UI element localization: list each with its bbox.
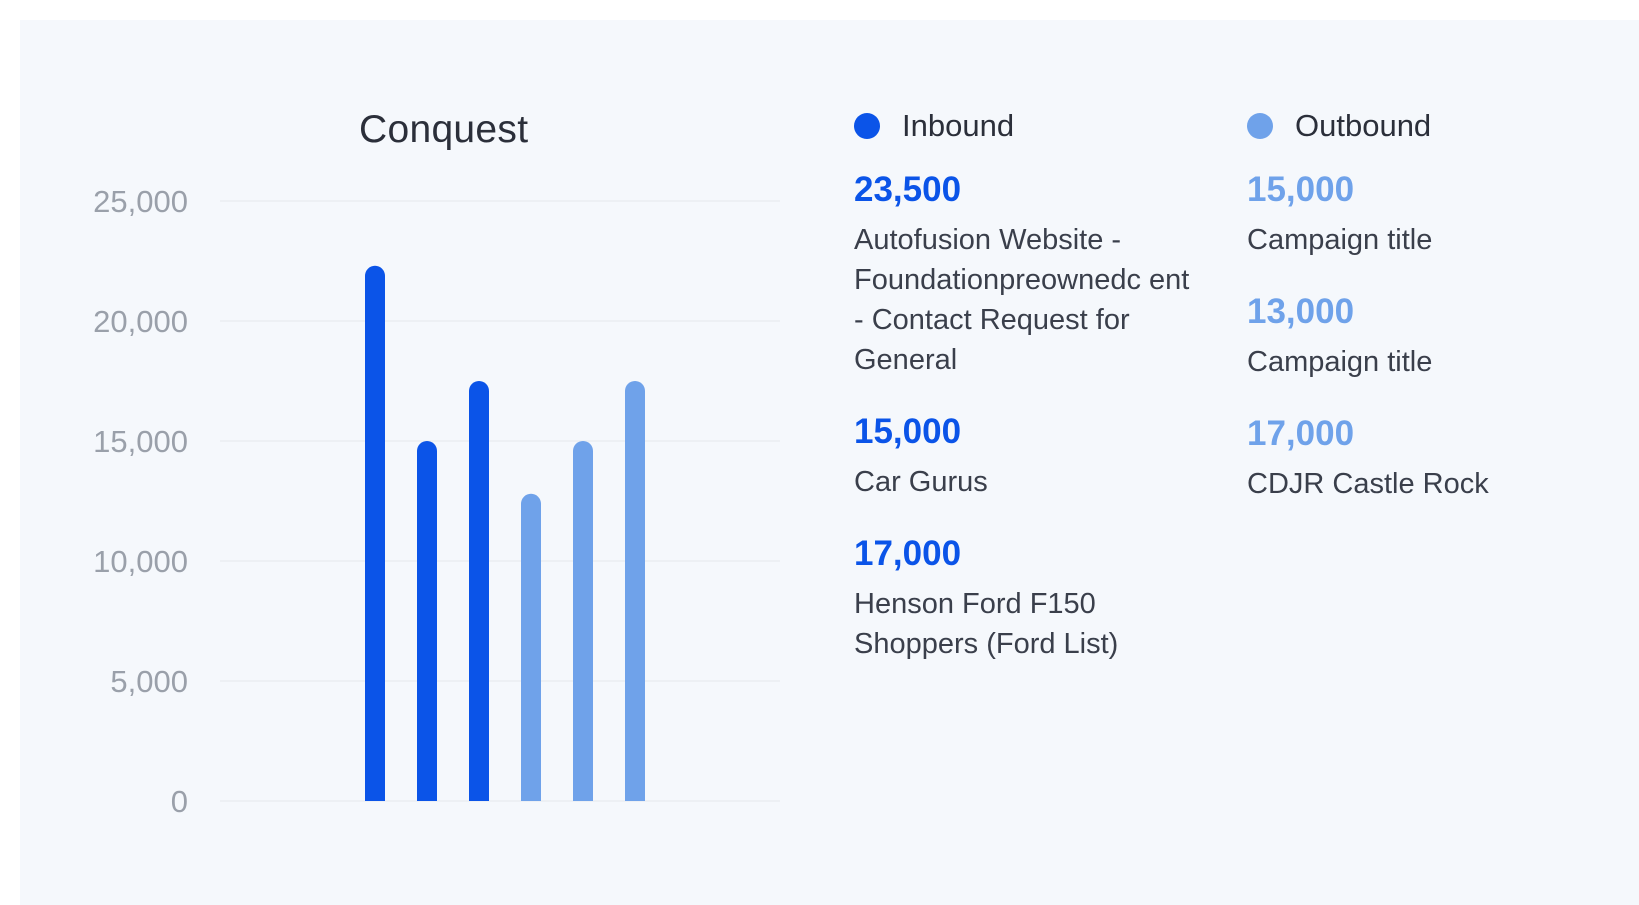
bar-inbound[interactable] — [417, 441, 437, 801]
legend-inbound: Inbound — [854, 108, 1014, 144]
bar-chart: 0 5,000 10,000 15,000 20,000 25,000 — [93, 184, 780, 819]
bar-base — [417, 791, 437, 801]
item-value: 17,000 — [1247, 414, 1355, 453]
y-tick-label: 20,000 — [93, 304, 188, 339]
bar-inbound[interactable] — [469, 381, 489, 801]
inbound-dot-icon — [854, 113, 880, 139]
item-value: 13,000 — [1247, 292, 1355, 331]
bar-base — [625, 791, 645, 801]
outbound-dot-icon — [1247, 113, 1273, 139]
list-item: 15,000 Car Gurus — [854, 410, 1204, 502]
y-tick-label: 15,000 — [93, 424, 188, 459]
item-title: CDJR Castle Rock — [1247, 468, 1489, 500]
bar-base — [365, 791, 385, 801]
bar-base — [469, 791, 489, 801]
item-value: 15,000 — [854, 412, 962, 451]
y-tick-label: 0 — [171, 784, 188, 819]
bar-base — [521, 791, 541, 801]
y-tick-label: 5,000 — [110, 664, 188, 699]
list-item: 17,000 Henson Ford F150 Shoppers (Ford L… — [854, 532, 1204, 664]
item-value: 17,000 — [854, 534, 962, 573]
outbound-list: 15,000 Campaign title 13,000 Campaign ti… — [1247, 168, 1597, 534]
item-title: Campaign title — [1247, 224, 1433, 256]
list-item: 17,000 CDJR Castle Rock — [1247, 412, 1597, 504]
item-title: Henson Ford F150 Shoppers (Ford List) — [854, 588, 1119, 660]
bar-inbound[interactable] — [365, 265, 385, 801]
y-tick-label: 25,000 — [93, 184, 188, 219]
list-item: 23,500 Autofusion Website - Foundationpr… — [854, 168, 1204, 380]
item-title: Autofusion Website - Foundationpreownedc… — [854, 224, 1190, 376]
inbound-list: 23,500 Autofusion Website - Foundationpr… — [854, 168, 1204, 694]
item-title: Campaign title — [1247, 346, 1433, 378]
legend-outbound-label: Outbound — [1295, 108, 1432, 143]
bar-base — [573, 791, 593, 801]
list-item: 13,000 Campaign title — [1247, 290, 1597, 382]
item-value: 23,500 — [854, 170, 962, 209]
list-item: 15,000 Campaign title — [1247, 168, 1597, 260]
item-value: 15,000 — [1247, 170, 1355, 209]
item-title: Car Gurus — [854, 466, 988, 498]
y-tick-label: 10,000 — [93, 544, 188, 579]
bar-outbound[interactable] — [625, 381, 645, 801]
legend-outbound: Outbound — [1247, 108, 1431, 144]
bar-outbound[interactable] — [521, 493, 541, 801]
legend-inbound-label: Inbound — [902, 108, 1015, 143]
conquest-card: Conquest 0 5,000 10,000 15,000 20,000 25,000 … — [20, 20, 1639, 905]
bar-outbound[interactable] — [573, 441, 593, 801]
